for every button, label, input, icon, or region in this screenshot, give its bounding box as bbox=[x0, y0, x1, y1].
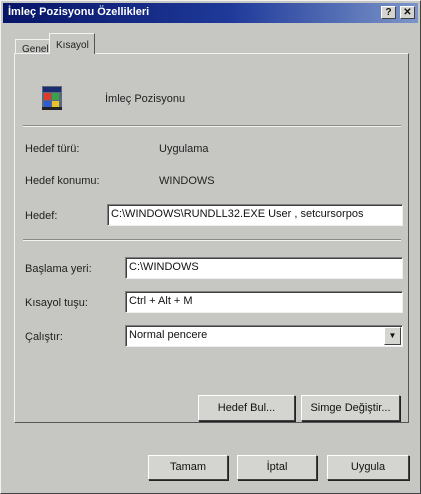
msdos-program-icon bbox=[42, 86, 62, 110]
shortcut-key-field[interactable]: Ctrl + Alt + M bbox=[125, 291, 403, 313]
target-type-value: Uygulama bbox=[159, 143, 209, 155]
shortcut-name: İmleç Pozisyonu bbox=[105, 93, 186, 105]
chevron-down-icon[interactable]: ▼ bbox=[384, 327, 401, 345]
run-select[interactable]: Normal pencere ▼ bbox=[125, 325, 403, 347]
target-location-value: WINDOWS bbox=[159, 175, 215, 187]
tab-panel bbox=[14, 53, 409, 423]
tab-shortcut-label: Kısayol bbox=[56, 40, 89, 51]
tab-shortcut[interactable]: Kısayol bbox=[49, 33, 95, 54]
properties-dialog: İmleç Pozisyonu Özellikleri ? ✕ Genel Kı… bbox=[0, 0, 421, 494]
cancel-button[interactable]: İptal bbox=[237, 455, 317, 480]
shortcut-key-label: Kısayol tuşu: bbox=[25, 297, 88, 309]
help-button[interactable]: ? bbox=[381, 6, 396, 19]
separator bbox=[23, 239, 401, 241]
start-in-field[interactable]: C:\WINDOWS bbox=[125, 257, 403, 279]
target-location-label: Hedef konumu: bbox=[25, 175, 100, 187]
close-button[interactable]: ✕ bbox=[400, 6, 415, 19]
separator bbox=[23, 125, 401, 127]
target-type-label: Hedef türü: bbox=[25, 143, 80, 155]
tab-general[interactable]: Genel bbox=[15, 39, 51, 55]
find-target-button[interactable]: Hedef Bul... bbox=[198, 395, 295, 421]
target-label: Hedef: bbox=[25, 210, 58, 222]
ok-button[interactable]: Tamam bbox=[148, 455, 228, 480]
tab-join bbox=[50, 52, 94, 55]
run-label: Çalıştır: bbox=[25, 331, 63, 343]
target-field[interactable]: C:\WINDOWS\RUNDLL32.EXE User , setcursor… bbox=[107, 204, 403, 226]
apply-button[interactable]: Uygula bbox=[327, 455, 409, 480]
run-select-value: Normal pencere bbox=[129, 329, 208, 341]
change-icon-button[interactable]: Simge Değiştir... bbox=[301, 395, 400, 421]
title-bar[interactable]: İmleç Pozisyonu Özellikleri ? ✕ bbox=[3, 3, 418, 23]
window-title: İmleç Pozisyonu Özellikleri bbox=[8, 6, 150, 18]
start-in-label: Başlama yeri: bbox=[25, 263, 92, 275]
